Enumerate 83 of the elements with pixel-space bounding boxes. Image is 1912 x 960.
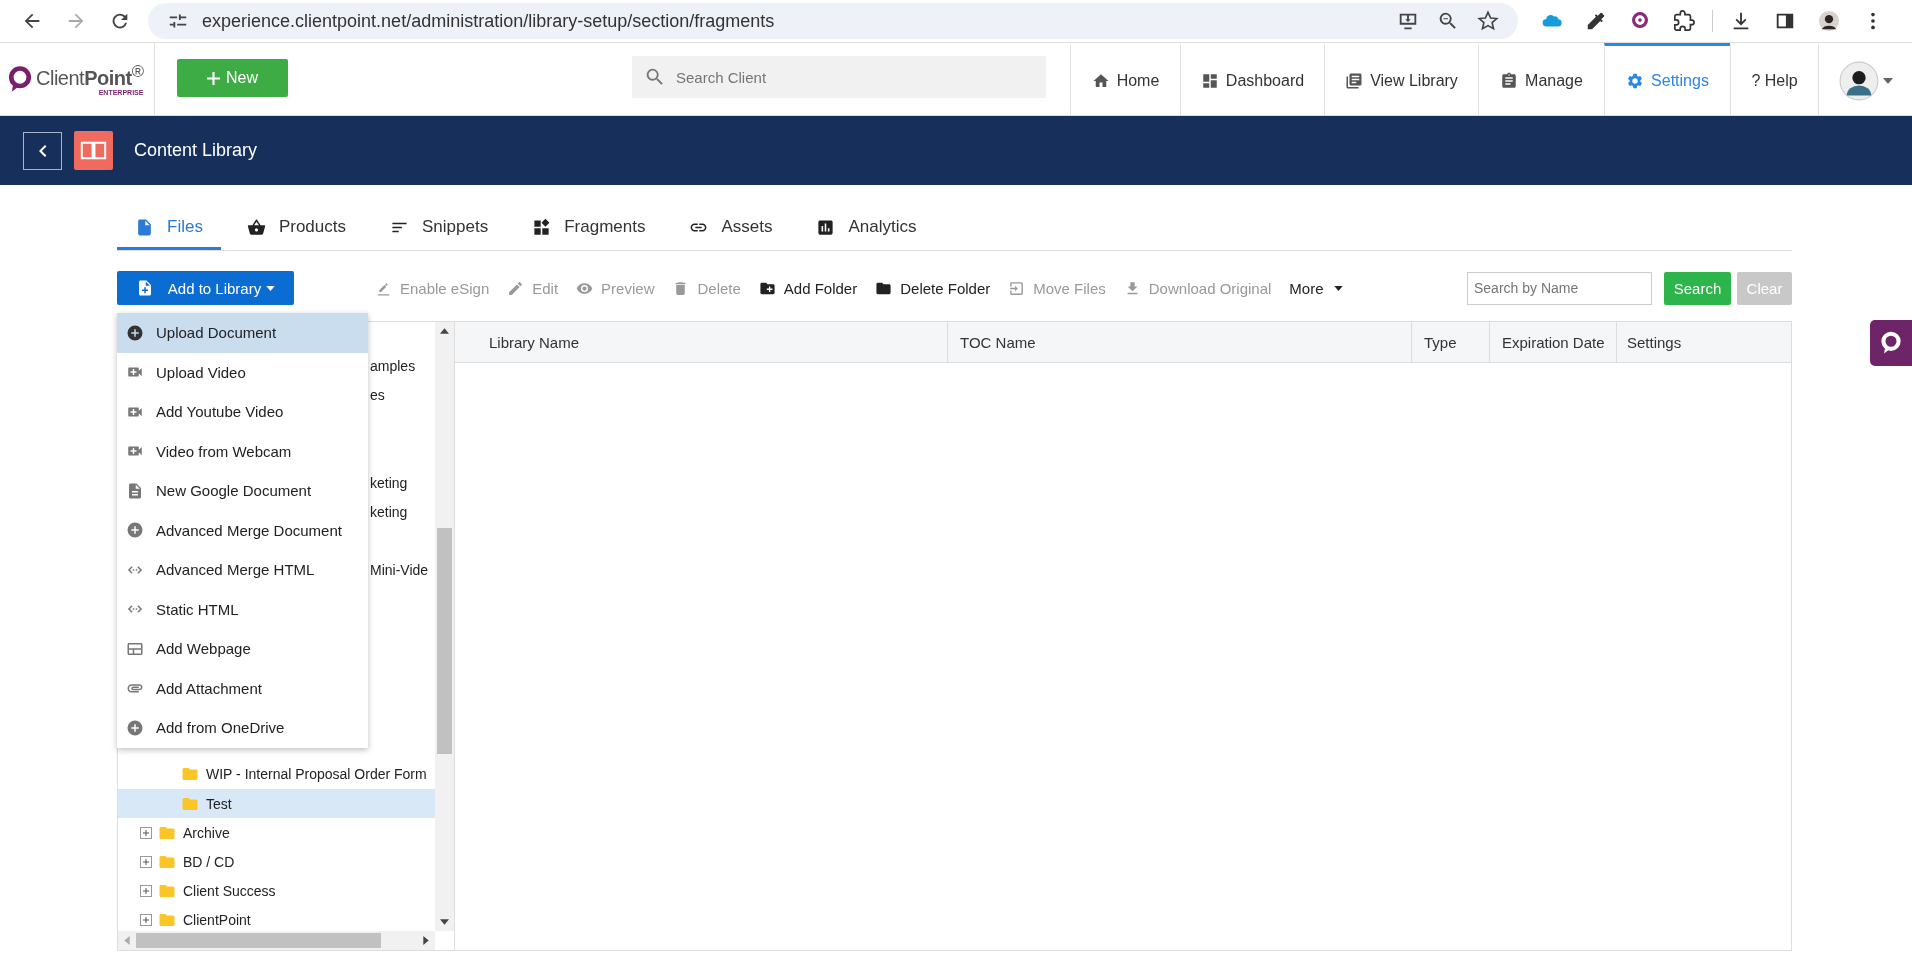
expand-icon[interactable] bbox=[140, 885, 152, 898]
toolbar-button[interactable]: Delete Folder bbox=[875, 279, 991, 297]
menu-item[interactable]: Upload Document bbox=[117, 313, 368, 353]
logo-icon[interactable] bbox=[6, 64, 34, 94]
search-field[interactable]: Search by Name bbox=[1467, 271, 1652, 305]
clipboard-icon bbox=[1500, 71, 1519, 90]
tree-item[interactable]: ClientPoint bbox=[118, 905, 435, 931]
tab[interactable]: Snippets bbox=[372, 207, 507, 250]
caret-icon bbox=[1333, 285, 1343, 291]
plus-icon bbox=[207, 71, 220, 85]
right-arrow-icon[interactable] bbox=[423, 936, 429, 945]
menu-item[interactable]: Static HTML bbox=[117, 589, 368, 629]
scrollbar[interactable] bbox=[435, 322, 454, 931]
caret-icon[interactable] bbox=[1882, 77, 1893, 84]
settings-icon bbox=[1626, 71, 1645, 90]
back-button[interactable] bbox=[23, 131, 62, 170]
side-button[interactable] bbox=[1870, 320, 1912, 366]
tree-item-text[interactable]: keting bbox=[370, 474, 408, 491]
document-icon bbox=[126, 481, 144, 500]
expand-icon[interactable] bbox=[140, 826, 152, 839]
column-header[interactable]: Type bbox=[1412, 322, 1490, 362]
expand-icon[interactable] bbox=[140, 855, 152, 868]
nav-item[interactable]: View Library bbox=[1324, 43, 1478, 115]
widgets-icon bbox=[532, 217, 552, 237]
search-icon bbox=[644, 66, 666, 88]
menu-item[interactable]: Add from OneDrive bbox=[117, 708, 368, 748]
column-header[interactable]: Library Name bbox=[455, 322, 948, 362]
page-title: Content Library bbox=[134, 140, 258, 161]
tree-item-text[interactable]: Mini-Vide bbox=[370, 562, 429, 579]
add-to-library-button[interactable]: Add to Library bbox=[117, 271, 294, 305]
menu-item[interactable]: New Google Document bbox=[117, 471, 368, 511]
tab[interactable]: Files bbox=[117, 207, 221, 250]
menu-item[interactable]: Add Attachment bbox=[117, 668, 368, 708]
tab[interactable]: Products bbox=[228, 207, 364, 250]
basket-icon bbox=[246, 217, 266, 237]
nav-item[interactable]: Dashboard bbox=[1180, 43, 1324, 115]
toolbar-button[interactable]: Add Folder bbox=[758, 279, 858, 297]
puzzle-icon[interactable] bbox=[1673, 10, 1695, 32]
dashboard-icon bbox=[1200, 71, 1219, 90]
tree-item-text[interactable]: keting bbox=[370, 503, 408, 520]
zoom-icon[interactable] bbox=[1437, 10, 1459, 32]
tree-item[interactable]: Client Success bbox=[118, 876, 435, 906]
nav-item[interactable]: ? Help bbox=[1730, 43, 1818, 115]
book-icon bbox=[74, 131, 113, 170]
menu-item[interactable]: Advanced Merge Document bbox=[117, 510, 368, 550]
pencil-icon bbox=[507, 279, 525, 297]
menu-item[interactable]: Advanced Merge HTML bbox=[117, 550, 368, 590]
menu-item[interactable]: Add Webpage bbox=[117, 629, 368, 669]
tree-item[interactable]: BD / CD bbox=[118, 847, 435, 877]
bar-chart-icon bbox=[816, 217, 836, 237]
tab[interactable]: Fragments bbox=[514, 207, 664, 250]
nav-item[interactable]: Manage bbox=[1478, 43, 1604, 115]
expand-icon[interactable] bbox=[140, 914, 152, 927]
column-header[interactable]: Settings bbox=[1617, 322, 1791, 362]
search-field[interactable]: Search Client bbox=[632, 56, 1046, 98]
menu-item[interactable]: Video from Webcam bbox=[117, 431, 368, 471]
menu-item[interactable]: Add Youtube Video bbox=[117, 392, 368, 432]
nav-item[interactable]: Home bbox=[1070, 43, 1180, 115]
column-header[interactable]: Expiration Date bbox=[1490, 322, 1617, 362]
tab[interactable]: Analytics bbox=[798, 207, 935, 250]
tree-item[interactable]: Archive bbox=[118, 818, 435, 848]
caret-icon bbox=[266, 285, 276, 291]
up-arrow-icon[interactable] bbox=[440, 328, 449, 334]
more-button[interactable]: More bbox=[1289, 279, 1343, 297]
logo-name: ClientPoint$^{®}$ bbox=[36, 61, 144, 90]
avatar-icon[interactable] bbox=[1838, 60, 1879, 101]
star-icon[interactable] bbox=[1477, 10, 1499, 32]
column-header[interactable]: TOC Name bbox=[948, 322, 1412, 362]
file-icon bbox=[135, 217, 154, 237]
address-bar[interactable]: experience.clientpoint.net/administration/library-setup/section/fragments bbox=[148, 3, 1518, 39]
tree-item-text[interactable]: amples bbox=[370, 357, 416, 374]
tab[interactable]: Assets bbox=[671, 207, 791, 250]
library-icon bbox=[1345, 71, 1364, 90]
scrollbar[interactable] bbox=[118, 931, 435, 950]
menu-item[interactable]: Upload Video bbox=[117, 352, 368, 392]
down-arrow-icon[interactable] bbox=[440, 919, 449, 925]
eyedropper-icon[interactable] bbox=[1585, 10, 1607, 32]
avatar-icon[interactable] bbox=[1818, 10, 1840, 32]
url-text: experience.clientpoint.net/administration/library-setup/section/fragments bbox=[202, 10, 775, 32]
tree-item[interactable]: WIP - Internal Proposal Order Form bbox=[118, 759, 435, 789]
tree-item[interactable]: Test bbox=[118, 789, 435, 819]
tree-item-text[interactable]: es bbox=[370, 386, 385, 403]
move-icon bbox=[1008, 279, 1026, 297]
